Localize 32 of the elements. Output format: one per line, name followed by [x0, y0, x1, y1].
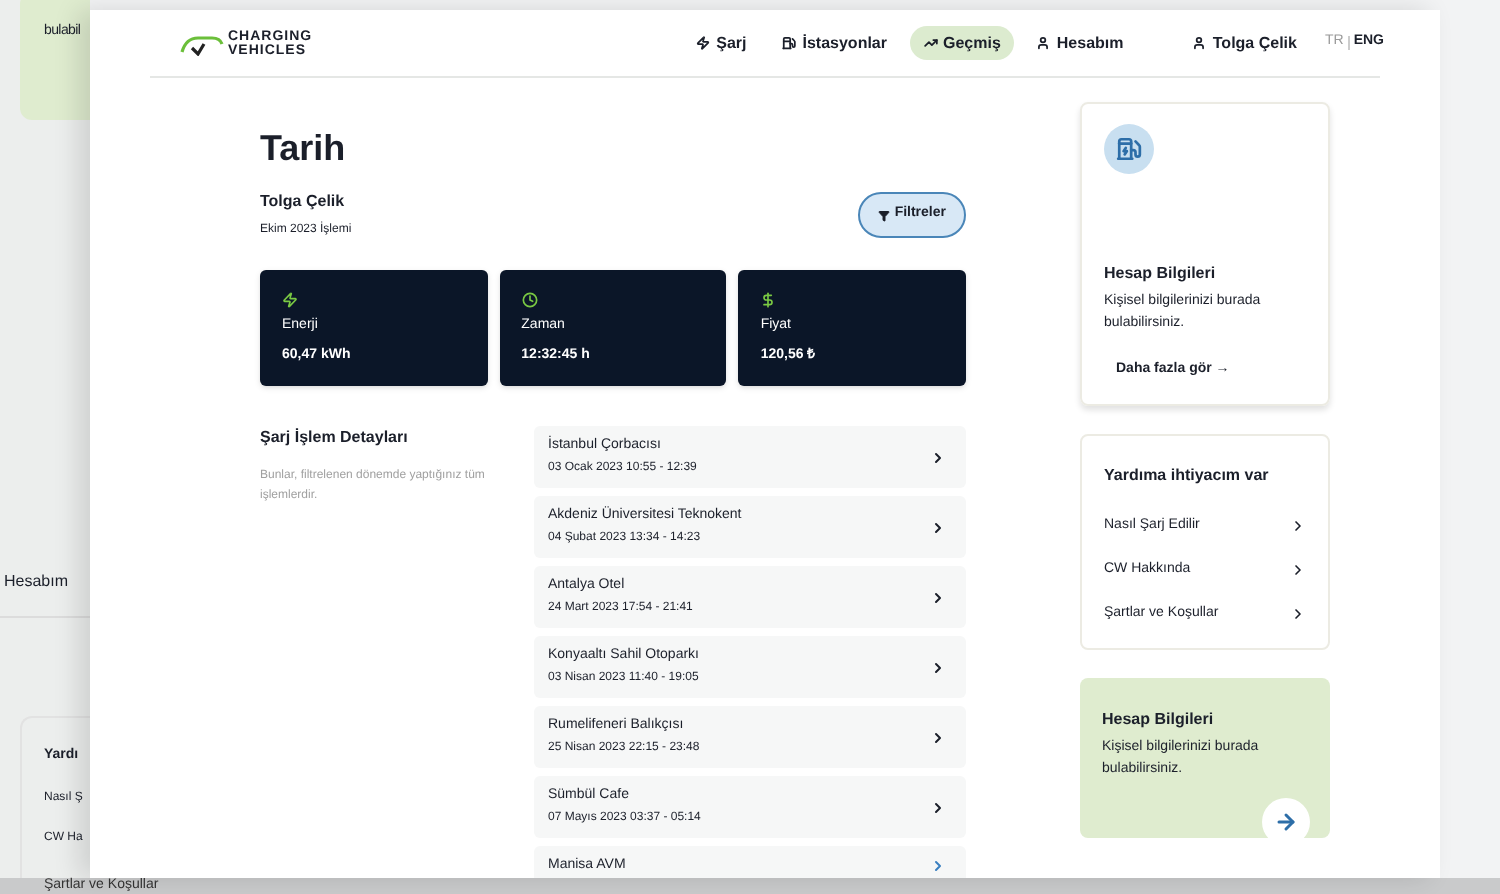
nav-tab[interactable]: Hesabım	[1022, 26, 1138, 60]
energy-icon	[282, 292, 298, 308]
chevron-right-icon	[930, 729, 946, 745]
chevron-right-icon	[930, 519, 946, 535]
chevron-right-icon	[1290, 518, 1306, 534]
chevron-right-icon	[930, 449, 946, 465]
user-menu[interactable]: Tolga Çelik	[1192, 31, 1297, 55]
lightning-icon	[696, 36, 711, 50]
filter-icon	[878, 209, 891, 221]
nav-tab[interactable]: İstasyonlar	[768, 26, 901, 60]
user-icon	[1036, 36, 1051, 50]
card-title: Hesap Bilgileri	[1104, 262, 1218, 286]
user-icon	[1192, 36, 1207, 50]
help-title: Yardıma ihtiyacım var	[1104, 464, 1271, 488]
section-title: Şarj İşlem Detayları	[260, 426, 410, 450]
time-icon	[521, 292, 538, 308]
charger-icon	[1104, 124, 1154, 174]
trend-line-icon	[923, 36, 937, 50]
nav-item[interactable]: Hesabım	[4, 570, 69, 594]
nav-tab[interactable]: Şarj	[682, 26, 761, 60]
chevron-right-icon	[930, 589, 946, 605]
card-title: Hesap Bilgileri	[1102, 708, 1216, 732]
chevron-right-icon	[930, 858, 946, 874]
nav-tab[interactable]: Geçmiş	[909, 26, 1015, 60]
user-name: Tolga Çelik	[260, 190, 347, 214]
price-icon	[760, 292, 777, 308]
chevron-right-icon	[1290, 562, 1306, 578]
fuel-pump-icon	[782, 36, 797, 50]
page-title: Tarih	[260, 126, 348, 170]
chevron-right-icon	[930, 659, 946, 675]
chevron-right-icon	[930, 799, 946, 815]
chevron-right-icon	[1290, 606, 1306, 622]
